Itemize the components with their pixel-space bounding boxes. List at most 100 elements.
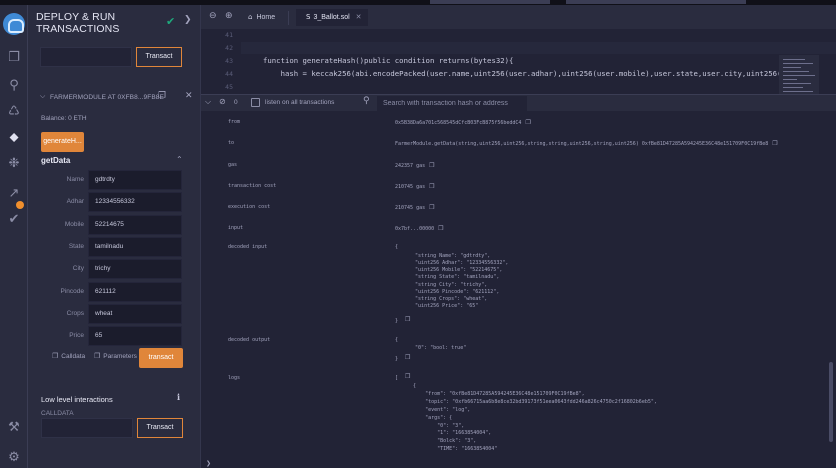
icon-rail: ❐ ⚲ ♺ ⬥ ❉ ↗ ✔ ⚒ ⚙ (0, 5, 28, 468)
current-line-highlight (241, 42, 836, 54)
copy-icon[interactable]: ❐ (438, 225, 443, 232)
terminal-scrollbar[interactable] (829, 362, 833, 442)
copy-icon[interactable]: ❐ (772, 140, 777, 147)
chevron-down-icon[interactable]: ⌵ (205, 97, 211, 107)
json-line: "string Name": "gdtrdty", (403, 253, 491, 259)
listen-checkbox[interactable] (251, 98, 260, 107)
check-icon: ✔ (166, 15, 176, 28)
terminal-toolbar: ⌵ ⊘ 0 listen on all transactions ⚲ (201, 94, 836, 111)
close-icon[interactable]: ✕ (185, 91, 193, 101)
logs-label: logs (228, 375, 241, 381)
line-number: 45 (225, 83, 233, 91)
info-icon[interactable]: i (177, 392, 180, 402)
zoom-out-icon[interactable]: ⊖ (209, 11, 217, 21)
param-input-mobile[interactable]: 52214675 (88, 215, 182, 235)
solidity-compiler-icon[interactable]: ♺ (5, 103, 23, 121)
low-level-title: Low level interactions (41, 395, 113, 404)
tab-home[interactable]: ⌂ Home (248, 9, 286, 26)
exec-cost-value: 210745 gas (395, 205, 426, 211)
transact-bottom-button[interactable]: Transact (137, 418, 183, 438)
copy-icon[interactable]: ❐ (429, 204, 434, 211)
copy-icon[interactable]: ❐ (429, 183, 434, 190)
chevron-right-icon[interactable]: ❯ (184, 15, 192, 25)
deploy-run-panel: DEPLOY & RUN TRANSACTIONS ✔ ❯ Transact ⌵… (28, 5, 226, 468)
notification-badge (16, 201, 24, 209)
terminal-output[interactable]: from 0x5B38Da6a701c568545dCfcB03FcB875f5… (201, 112, 836, 468)
param-input-pincode[interactable]: 621112 (88, 282, 182, 302)
param-input-price[interactable]: 65 (88, 326, 182, 346)
copy-calldata-button[interactable]: ❐ Calldata (52, 352, 85, 360)
deployed-instance-row[interactable]: ⌵ FARMERMODULE AT 0XFB8...9FB8E ❐ ✕ (36, 91, 196, 105)
copy-icon[interactable]: ❐ (525, 119, 530, 126)
copy-icon[interactable]: ❐ (158, 91, 166, 101)
copy-parameters-button[interactable]: ❐ Parameters (94, 352, 137, 360)
tx-gas-value: 242357 gas (395, 163, 426, 169)
parameters-label: Parameters (103, 353, 137, 360)
transact-button[interactable]: transact (139, 348, 183, 368)
copy-icon[interactable]: ❐ (405, 316, 410, 323)
copy-icon[interactable]: ❐ (405, 373, 410, 380)
zoom-in-icon[interactable]: ⊕ (225, 11, 233, 21)
tab-ballot-label: 3_Ballot.sol (313, 14, 350, 21)
close-tab-icon[interactable]: ✕ (356, 13, 362, 21)
deploy-input[interactable] (40, 47, 132, 67)
generate-hash-button[interactable]: generateH... (41, 132, 84, 152)
param-label-city: City (72, 265, 84, 272)
minimap-line (783, 87, 803, 88)
json-line: "string State": "tamilnadu", (403, 274, 500, 280)
json-line: "args": { (401, 415, 453, 421)
copy-icon[interactable]: ❐ (429, 162, 434, 169)
debugger-icon[interactable]: ❉ (5, 155, 23, 173)
calldata-input[interactable] (41, 418, 133, 438)
param-input-name[interactable]: gdtrdty (88, 170, 182, 190)
tx-to-value: FarmerModule.getData(string,uint256,uint… (395, 141, 769, 147)
top-strip-segment (566, 0, 746, 4)
transact-top-button[interactable]: Transact (136, 47, 182, 67)
code-editor[interactable]: 41 42 43 44 45 function generateHash()pu… (201, 29, 836, 101)
search-icon: ⚲ (363, 96, 370, 106)
param-label-mobile: Mobile (64, 221, 84, 228)
chevron-right-icon[interactable]: ❯ (206, 460, 211, 467)
json-line: "0": "3", (401, 423, 465, 429)
minimap-line (783, 91, 813, 92)
copy-icon[interactable]: ❐ (405, 354, 410, 361)
plugin-settings-icon[interactable]: ⚒ (5, 419, 23, 437)
minimap-line (783, 71, 809, 72)
param-input-crops[interactable]: wheat (88, 304, 182, 324)
tab-ballot[interactable]: S 3_Ballot.sol ✕ (296, 9, 368, 26)
calldata-label: Calldata (61, 353, 86, 360)
chevron-down-icon[interactable]: ⌵ (40, 92, 45, 101)
tx-input-label: input (228, 225, 244, 231)
minimap-line (783, 79, 797, 80)
tab-bar: ⊖ ⊕ ⌂ Home S 3_Ballot.sol ✕ (201, 5, 836, 29)
unit-test-icon[interactable]: ✔ (5, 211, 23, 229)
tx-gas-row: 242357 gas ❐ (395, 162, 435, 169)
file-explorer-icon[interactable]: ❐ (5, 49, 23, 67)
decoded-input-label: decoded input (228, 244, 268, 250)
json-line: "uint256 Adhar": "12334556332", (403, 260, 509, 266)
json-line: "uint256 Price": "65" (403, 303, 479, 309)
param-input-state[interactable]: tamilnadu (88, 237, 182, 257)
search-icon[interactable]: ⚲ (5, 77, 23, 95)
param-label-price: Price (69, 332, 84, 339)
json-line: "Bolck": "3", (401, 438, 477, 444)
tx-to-label: to (228, 140, 235, 146)
json-line: "0": "bool: true" (403, 345, 467, 351)
param-input-city[interactable]: trichy (88, 259, 182, 279)
settings-gear-icon[interactable]: ⚙ (5, 449, 23, 467)
json-line: { (395, 337, 399, 343)
line-number: 44 (225, 70, 233, 78)
chevron-up-icon[interactable]: ⌃ (176, 155, 183, 164)
exec-cost-label: execution cost (228, 204, 271, 210)
param-input-adhar[interactable]: 12334556332 (88, 192, 182, 212)
param-label-adhar: Adhar (66, 198, 84, 205)
minimap-line (783, 67, 801, 68)
clear-console-icon[interactable]: ⊘ (219, 97, 226, 106)
pending-count: 0 (234, 99, 238, 106)
remix-logo-icon[interactable] (3, 13, 25, 35)
deploy-run-icon[interactable]: ⬥ (5, 129, 23, 147)
json-line: { (395, 244, 399, 250)
param-label-state: State (68, 243, 84, 250)
copy-icon: ❐ (94, 352, 101, 360)
transaction-search-input[interactable] (377, 96, 527, 111)
